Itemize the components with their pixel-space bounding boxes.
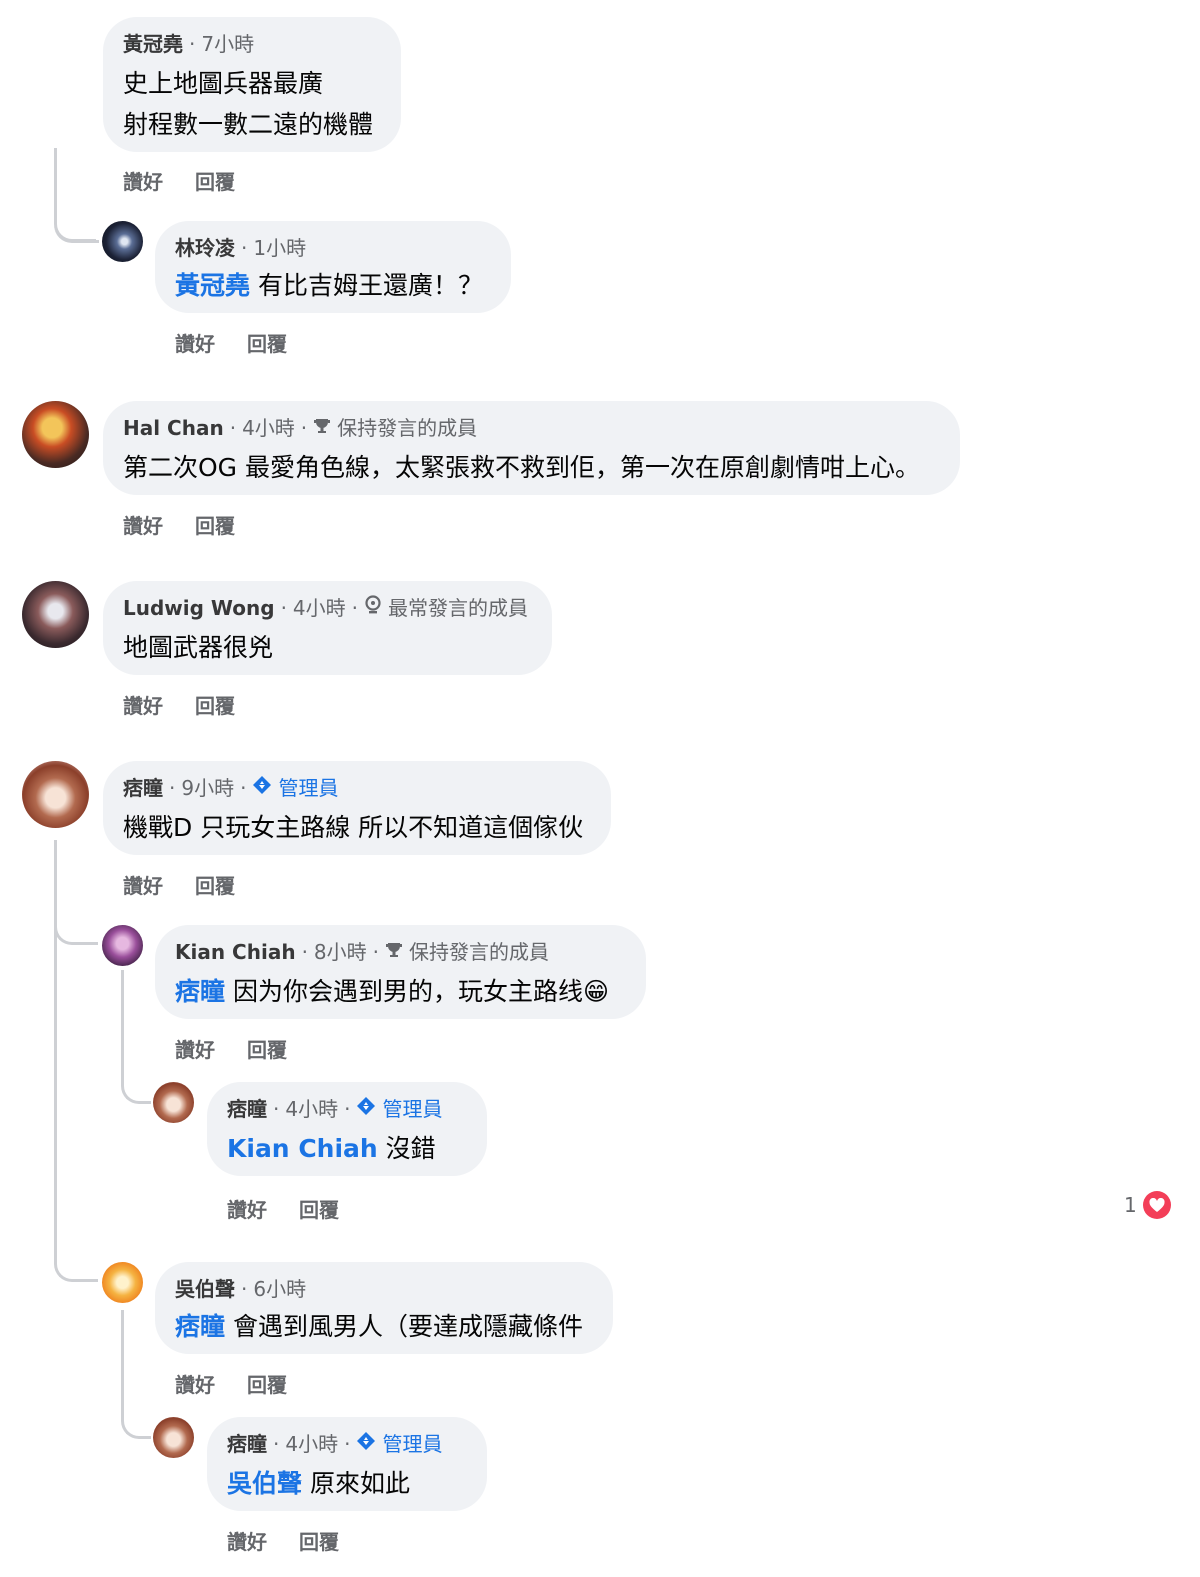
trophy-icon <box>313 415 331 441</box>
admin-shield-icon <box>356 1431 376 1457</box>
comment-text: 痞瞳 會遇到風男人（要達成隱藏條件 <box>175 1312 583 1341</box>
comment-text: 機戰D 只玩女主路線 所以不知道這個傢伙 <box>123 813 584 842</box>
comment-author[interactable]: Hal Chan <box>123 415 224 441</box>
member-badge: 保持發言的成員 <box>337 416 478 440</box>
comment-actions: 讚好 回覆 <box>227 1194 371 1223</box>
comment-time[interactable]: 4小時 <box>242 415 295 441</box>
admin-shield-icon <box>356 1096 376 1122</box>
comment-actions: 讚好 回覆 <box>175 1369 319 1398</box>
comment-author[interactable]: 黃冠堯 <box>123 31 183 57</box>
mention-link[interactable]: 黃冠堯 <box>175 271 250 300</box>
like-button[interactable]: 讚好 <box>123 166 163 195</box>
thread-connector <box>121 1395 151 1439</box>
comment-author[interactable]: 吳伯聲 <box>175 1276 235 1302</box>
comment-time[interactable]: 4小時 <box>285 1096 338 1122</box>
reply-button[interactable]: 回覆 <box>299 1526 339 1555</box>
mention-link[interactable]: Kian Chiah <box>227 1134 378 1163</box>
reaction-count: 1 <box>1124 1193 1137 1217</box>
admin-badge: 管理員 <box>382 1097 443 1121</box>
like-button[interactable]: 讚好 <box>175 1034 215 1063</box>
comment-actions: 讚好 回覆 <box>175 1034 319 1063</box>
comment-actions: 讚好 回覆 <box>175 328 319 357</box>
comment-bubble: Kian Chiah · 8小時 · 保持發言的成員 痞瞳 因为你会遇到男的，玩女主路… <box>155 925 646 1019</box>
comment-time[interactable]: 6小時 <box>253 1276 306 1302</box>
comment-text: Kian Chiah 沒錯 <box>227 1134 436 1163</box>
like-button[interactable]: 讚好 <box>227 1194 267 1223</box>
comment-time[interactable]: 9小時 <box>181 775 234 801</box>
comment-actions: 讚好 回覆 <box>123 166 267 195</box>
like-button[interactable]: 讚好 <box>123 870 163 899</box>
comment-time[interactable]: 7小時 <box>201 31 254 57</box>
mention-link[interactable]: 吳伯聲 <box>227 1469 302 1498</box>
member-badge: 最常發言的成員 <box>388 596 529 620</box>
like-button[interactable]: 讚好 <box>227 1526 267 1555</box>
comment-bubble: Ludwig Wong · 4小時 · 最常發言的成員 地圖武器很兇 <box>103 581 552 675</box>
comment-actions: 讚好 回覆 <box>123 870 267 899</box>
member-icon <box>364 595 382 621</box>
comment-time[interactable]: 4小時 <box>293 595 346 621</box>
like-button[interactable]: 讚好 <box>175 1369 215 1398</box>
avatar[interactable] <box>22 581 89 648</box>
heart-icon <box>1142 1191 1171 1219</box>
like-button[interactable]: 讚好 <box>175 328 215 357</box>
comment-bubble: 黃冠堯 · 7小時 史上地圖兵器最廣 射程數一數二遠的機體 <box>103 17 401 152</box>
admin-badge: 管理員 <box>278 776 339 800</box>
reply-button[interactable]: 回覆 <box>195 870 235 899</box>
member-badge: 保持發言的成員 <box>409 940 550 964</box>
comment-author[interactable]: 痞瞳 <box>227 1431 267 1457</box>
avatar[interactable] <box>102 221 143 262</box>
comment-actions: 讚好 回覆 <box>227 1526 371 1555</box>
comment-text: 史上地圖兵器最廣 射程數一數二遠的機體 <box>123 69 374 139</box>
comment-author[interactable]: 痞瞳 <box>227 1096 267 1122</box>
comment-time[interactable]: 8小時 <box>314 939 367 965</box>
reply-button[interactable]: 回覆 <box>195 690 235 719</box>
reply-button[interactable]: 回覆 <box>247 1034 287 1063</box>
comment-author[interactable]: 林玲凌 <box>175 235 235 261</box>
mention-link[interactable]: 痞瞳 <box>175 1312 225 1341</box>
like-button[interactable]: 讚好 <box>123 690 163 719</box>
reply-button[interactable]: 回覆 <box>195 166 235 195</box>
comment-time[interactable]: 4小時 <box>285 1431 338 1457</box>
thread-connector <box>54 200 96 242</box>
thread-line <box>54 840 57 1230</box>
thread-line <box>121 1310 124 1405</box>
admin-badge: 管理員 <box>382 1432 443 1456</box>
comment-text: 第二次OG 最愛角色線，太緊張救不救到佢，第一次在原創劇情咁上心。 <box>123 453 920 482</box>
avatar[interactable] <box>22 401 89 468</box>
trophy-icon <box>385 939 403 965</box>
thread-connector <box>54 905 98 945</box>
comment-text: 痞瞳 因为你会遇到男的，玩女主路线😁 <box>175 977 610 1006</box>
comment-bubble: 吳伯聲 · 6小時 痞瞳 會遇到風男人（要達成隱藏條件 <box>155 1262 613 1354</box>
mention-link[interactable]: 痞瞳 <box>175 977 225 1006</box>
avatar[interactable] <box>102 1262 143 1303</box>
comment-author[interactable]: Kian Chiah <box>175 939 296 965</box>
admin-shield-icon <box>252 775 272 801</box>
comment-actions: 讚好 回覆 <box>123 510 267 539</box>
comment-author[interactable]: Ludwig Wong <box>123 595 275 621</box>
reply-button[interactable]: 回覆 <box>195 510 235 539</box>
comment-bubble: Hal Chan · 4小時 · 保持發言的成員 第二次OG 最愛角色線，太緊張救不救… <box>103 401 960 495</box>
comment-bubble: 痞瞳 · 9小時 · 管理員 機戰D 只玩女主路線 所以不知道這個傢伙 <box>103 761 611 855</box>
avatar[interactable] <box>153 1082 194 1123</box>
comment-text: 吳伯聲 原來如此 <box>227 1469 410 1498</box>
avatar[interactable] <box>102 925 143 966</box>
reaction-summary[interactable]: 1 <box>1124 1191 1171 1219</box>
thread-connector <box>54 1240 98 1282</box>
reply-button[interactable]: 回覆 <box>247 1369 287 1398</box>
thread-connector <box>121 1060 151 1104</box>
avatar[interactable] <box>22 761 89 828</box>
comment-bubble: 林玲凌 · 1小時 黃冠堯 有比吉姆王還廣！？ <box>155 221 511 313</box>
comment-text: 地圖武器很兇 <box>123 633 274 662</box>
comment-text: 黃冠堯 有比吉姆王還廣！？ <box>175 271 483 300</box>
reply-button[interactable]: 回覆 <box>299 1194 339 1223</box>
comment-actions: 讚好 回覆 <box>123 690 267 719</box>
avatar[interactable] <box>153 1417 194 1458</box>
reply-button[interactable]: 回覆 <box>247 328 287 357</box>
comment-time[interactable]: 1小時 <box>253 235 306 261</box>
comment-author[interactable]: 痞瞳 <box>123 775 163 801</box>
comment-bubble: 痞瞳 · 4小時 · 管理員 吳伯聲 原來如此 <box>207 1417 487 1511</box>
comment-bubble: 痞瞳 · 4小時 · 管理員 Kian Chiah 沒錯 <box>207 1082 487 1176</box>
like-button[interactable]: 讚好 <box>123 510 163 539</box>
